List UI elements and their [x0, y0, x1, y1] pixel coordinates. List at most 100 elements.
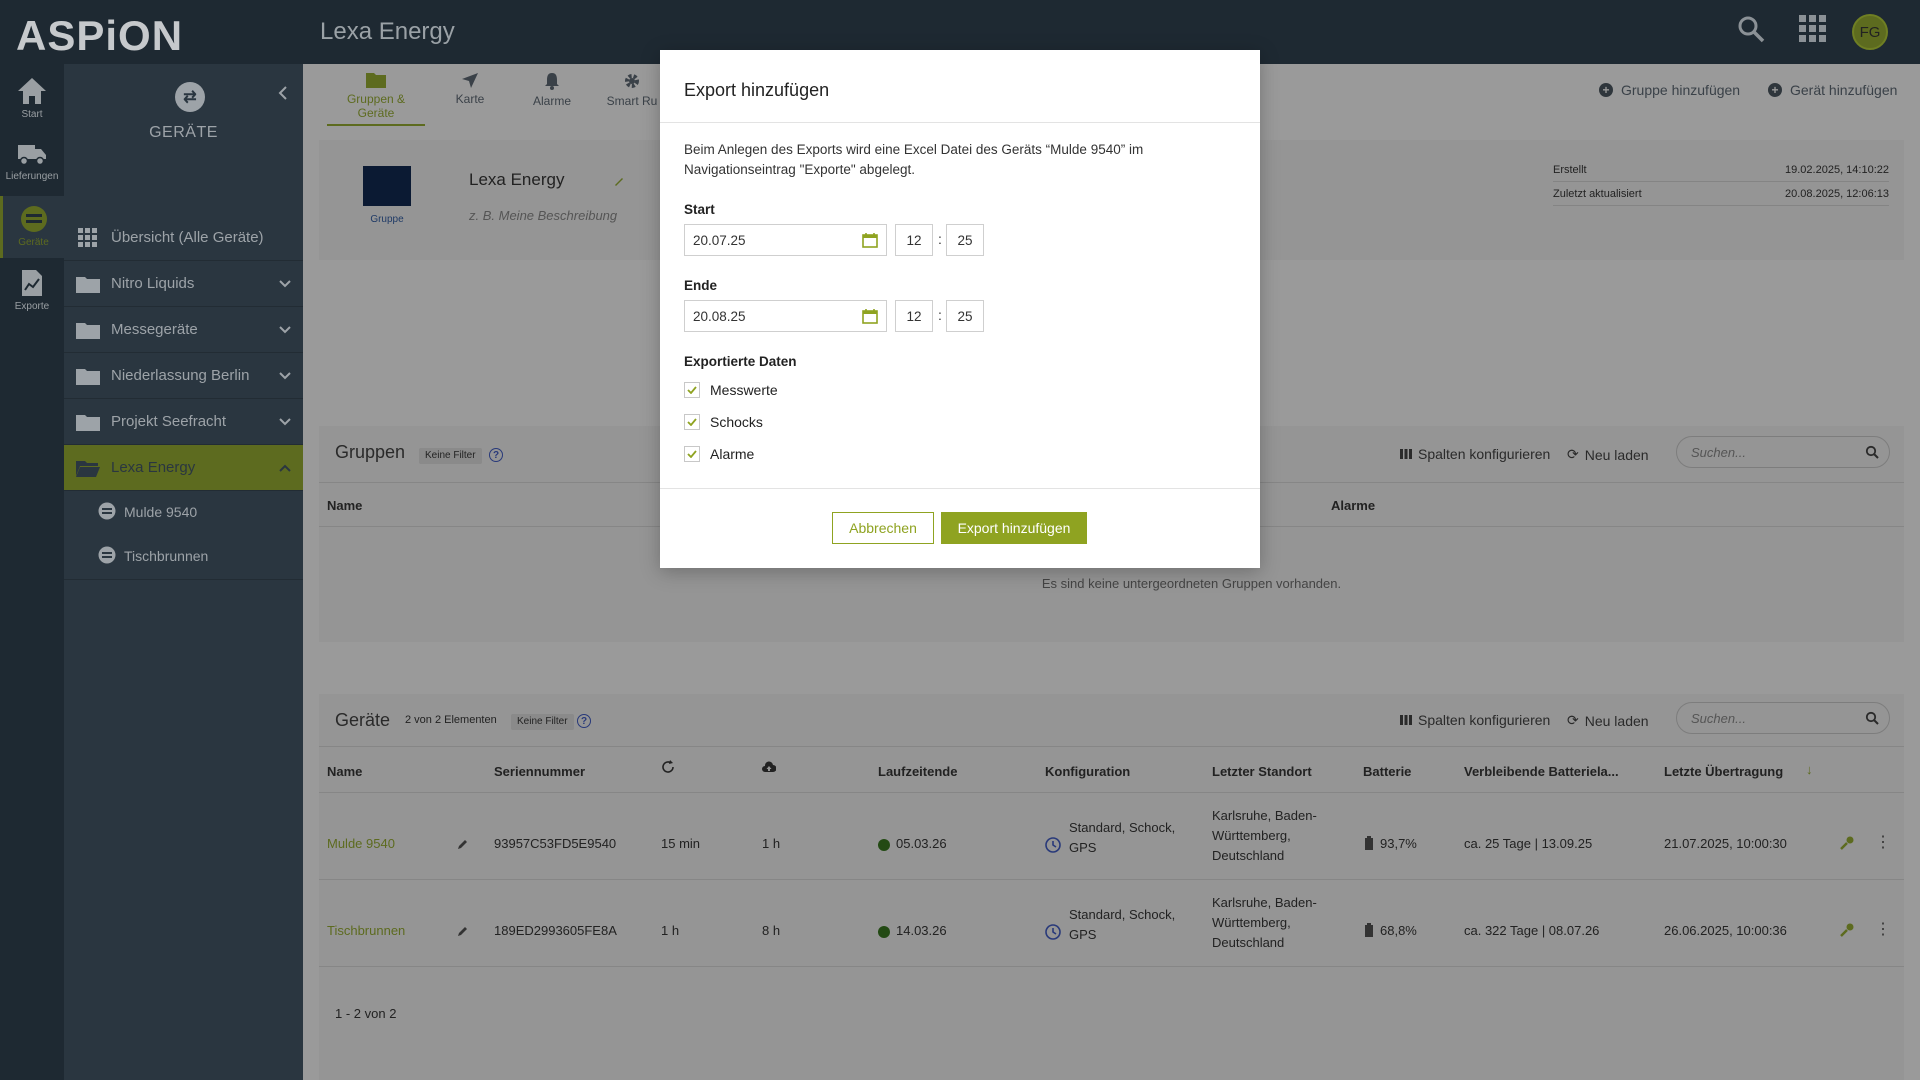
start-minute-input[interactable]: 25 [946, 224, 984, 256]
tab-map[interactable]: Karte [433, 72, 507, 106]
groups-search-input[interactable]: Suchen... [1676, 436, 1890, 468]
folder-icon [366, 73, 386, 88]
column-header[interactable]: Name [327, 498, 362, 513]
rail-item-deliveries[interactable]: Lieferungen [0, 132, 64, 194]
add-device-button[interactable]: + Gerät hinzufügen [1768, 82, 1897, 98]
collapse-nav-icon[interactable] [278, 86, 288, 105]
chevron-down-icon[interactable] [279, 367, 291, 384]
tab-groups-devices[interactable]: Gruppen & Geräte [327, 72, 425, 126]
column-header[interactable]: Name [327, 764, 362, 779]
sidenav-item-overview[interactable]: Übersicht (Alle Geräte) [64, 215, 303, 261]
sidenav-folder-niederlassung-berlin[interactable]: Niederlassung Berlin [64, 353, 303, 399]
chevron-down-icon[interactable] [279, 413, 291, 430]
column-header[interactable]: Verbleibende Batteriela... [1464, 764, 1619, 779]
apps-grid-icon[interactable] [1798, 14, 1834, 50]
group-description[interactable]: z. B. Meine Beschreibung [469, 208, 617, 223]
wrench-icon[interactable] [1840, 836, 1854, 853]
device-icon [98, 502, 116, 523]
sync-interval-icon[interactable] [661, 760, 675, 777]
cloud-upload-icon[interactable] [762, 760, 777, 776]
edit-pencil-icon[interactable] [613, 174, 625, 190]
edit-pencil-icon[interactable] [457, 924, 469, 940]
measure-interval: 1 h [661, 923, 680, 938]
last-location: Karlsruhe, Baden-Württemberg, Deutschlan… [1212, 895, 1317, 950]
checkbox-schocks[interactable]: Schocks [684, 414, 763, 430]
devices-card: Geräte 2 von 2 Elementen Keine Filter ? … [319, 694, 1904, 1080]
help-icon[interactable]: ? [489, 448, 503, 462]
runtime-end: 05.03.26 [896, 836, 947, 851]
configure-columns-button[interactable]: Spalten konfigurieren [1400, 446, 1550, 462]
sidenav-folder-projekt-seefracht[interactable]: Projekt Seefracht [64, 399, 303, 445]
more-options-icon[interactable]: ⋮ [1875, 832, 1891, 852]
more-options-icon[interactable]: ⋮ [1875, 919, 1891, 939]
group-name[interactable]: Lexa Energy [469, 170, 564, 190]
sidenav-folder-nitro-liquids[interactable]: Nitro Liquids [64, 261, 303, 307]
reload-button[interactable]: ⟳ Neu laden [1567, 446, 1649, 463]
sidenav-item-label: Übersicht (Alle Geräte) [111, 229, 264, 246]
add-group-button[interactable]: + Gruppe hinzufügen [1599, 82, 1740, 98]
battery-level: 68,8% [1380, 923, 1417, 938]
devices-search-input[interactable]: Suchen... [1676, 702, 1890, 734]
end-date-input[interactable]: 20.08.25 [684, 300, 887, 332]
meta-label: Erstellt [1553, 163, 1587, 176]
upload-interval: 8 h [762, 923, 781, 938]
logo: ASPiON [16, 12, 184, 59]
device-name-link[interactable]: Tischbrunnen [327, 923, 405, 938]
sidenav-folder-messegeraete[interactable]: Messegeräte [64, 307, 303, 353]
home-icon [18, 78, 46, 104]
column-header[interactable]: Letzte Übertragung [1664, 764, 1783, 779]
device-name-link[interactable]: Mulde 9540 [327, 836, 395, 851]
checkbox-messwerte[interactable]: Messwerte [684, 382, 778, 398]
checkbox-alarme[interactable]: Alarme [684, 446, 754, 462]
end-date-value: 20.08.25 [693, 308, 746, 324]
chevron-up-icon[interactable] [279, 459, 291, 476]
start-hour-input[interactable]: 12 [895, 224, 933, 256]
sidenav-device-tischbrunnen[interactable]: Tischbrunnen [64, 534, 303, 578]
sidenav-device-mulde-9540[interactable]: Mulde 9540 [64, 490, 303, 534]
reload-button[interactable]: ⟳ Neu laden [1567, 712, 1649, 729]
tab-alarms[interactable]: Alarme [515, 72, 589, 108]
configure-columns-button[interactable]: Spalten konfigurieren [1400, 712, 1550, 728]
tab-smart-rules[interactable]: Smart Ru [599, 72, 665, 108]
switch-context-icon[interactable]: ⇄ [175, 82, 205, 112]
column-header[interactable]: Alarme [1331, 498, 1375, 513]
filter-chip[interactable]: Keine Filter [511, 714, 574, 730]
avatar[interactable]: FG [1852, 14, 1888, 50]
column-header[interactable]: Seriennummer [494, 764, 585, 779]
wrench-icon[interactable] [1840, 923, 1854, 940]
column-header[interactable]: Batterie [1363, 764, 1411, 779]
checkbox-checked-icon[interactable] [684, 414, 700, 430]
checkbox-label: Schocks [710, 414, 763, 430]
rail-item-start[interactable]: Start [0, 68, 64, 130]
search-icon[interactable] [1865, 445, 1879, 462]
plus-circle-icon: + [1599, 83, 1613, 97]
edit-pencil-icon[interactable] [457, 837, 469, 853]
column-header[interactable]: Laufzeitende [878, 764, 957, 779]
search-icon[interactable] [1736, 14, 1772, 50]
rail-item-devices[interactable]: Geräte [0, 196, 64, 258]
last-transmission: 26.06.2025, 10:00:36 [1664, 923, 1787, 938]
end-label: Ende [684, 278, 718, 293]
divider [319, 792, 1904, 793]
sidenav-folder-lexa-energy[interactable]: Lexa Energy [64, 445, 303, 491]
chevron-down-icon[interactable] [279, 321, 291, 338]
rail-item-exports[interactable]: Exporte [0, 260, 64, 322]
checkbox-checked-icon[interactable] [684, 446, 700, 462]
add-export-button[interactable]: Export hinzufügen [941, 512, 1087, 544]
cancel-button[interactable]: Abbrechen [832, 512, 934, 544]
start-date-input[interactable]: 20.07.25 [684, 224, 887, 256]
tab-label: Gruppen & Geräte [346, 92, 406, 120]
calendar-icon[interactable] [862, 232, 878, 251]
column-header[interactable]: Konfiguration [1045, 764, 1130, 779]
checkbox-checked-icon[interactable] [684, 382, 700, 398]
sort-arrow-icon[interactable]: ↓ [1806, 762, 1813, 777]
chevron-down-icon[interactable] [279, 275, 291, 292]
search-icon[interactable] [1865, 711, 1879, 728]
end-minute-input[interactable]: 25 [946, 300, 984, 332]
end-hour-input[interactable]: 12 [895, 300, 933, 332]
help-icon[interactable]: ? [577, 714, 591, 728]
calendar-icon[interactable] [862, 308, 878, 327]
gear-icon [625, 74, 639, 88]
filter-chip[interactable]: Keine Filter [419, 448, 482, 464]
column-header[interactable]: Letzter Standort [1212, 764, 1312, 779]
